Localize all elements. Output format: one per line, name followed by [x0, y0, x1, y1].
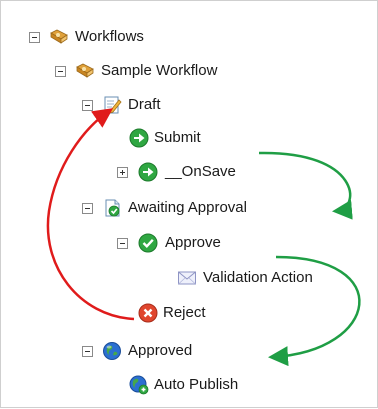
node-label: __OnSave [165, 163, 236, 180]
green-arrow-action-icon [138, 162, 158, 182]
tree-node-reject[interactable]: Reject [138, 300, 258, 326]
awaiting-approval-state-icon [102, 198, 122, 218]
node-label: Approved [128, 342, 193, 359]
tree-node-auto-publish[interactable]: Auto Publish [129, 372, 289, 398]
workflow-folder-icon [75, 61, 95, 81]
green-check-action-icon [138, 233, 158, 253]
tree-node-submit[interactable]: Submit [129, 125, 269, 151]
draft-state-icon [102, 95, 122, 115]
tree-node-sample-workflow[interactable]: Sample Workflow [55, 58, 275, 84]
tree-node-approve[interactable]: Approve [117, 230, 277, 256]
globe-publish-icon [129, 375, 149, 395]
collapse-toggle[interactable] [82, 346, 93, 357]
collapse-toggle[interactable] [82, 100, 93, 111]
workflow-tree-panel: Workflows Sample Workflow Draft Submit _… [0, 0, 378, 408]
node-label: Submit [154, 129, 201, 146]
expand-toggle[interactable] [117, 167, 128, 178]
tree-node-awaiting-approval[interactable]: Awaiting Approval [82, 195, 342, 221]
globe-state-icon [102, 341, 122, 361]
node-label: Workflows [75, 28, 144, 45]
collapse-toggle[interactable] [117, 238, 128, 249]
collapse-toggle[interactable] [29, 32, 40, 43]
node-label: Sample Workflow [101, 62, 218, 79]
node-label: Awaiting Approval [128, 199, 247, 216]
node-label: Reject [163, 304, 206, 321]
green-arrow-action-icon [129, 128, 149, 148]
collapse-toggle[interactable] [82, 203, 93, 214]
collapse-toggle[interactable] [55, 66, 66, 77]
tree-node-approved[interactable]: Approved [82, 338, 252, 364]
node-label: Validation Action [203, 269, 313, 286]
tree-node-onsave[interactable]: __OnSave [117, 159, 277, 185]
workflow-folder-icon [49, 27, 69, 47]
tree-node-draft[interactable]: Draft [82, 92, 222, 118]
tree-node-validation-action[interactable]: Validation Action [177, 265, 367, 291]
red-x-action-icon [138, 303, 158, 323]
node-label: Draft [128, 96, 161, 113]
envelope-icon [177, 268, 197, 288]
tree-node-workflows[interactable]: Workflows [29, 24, 209, 50]
node-label: Auto Publish [154, 376, 239, 393]
node-label: Approve [165, 234, 221, 251]
